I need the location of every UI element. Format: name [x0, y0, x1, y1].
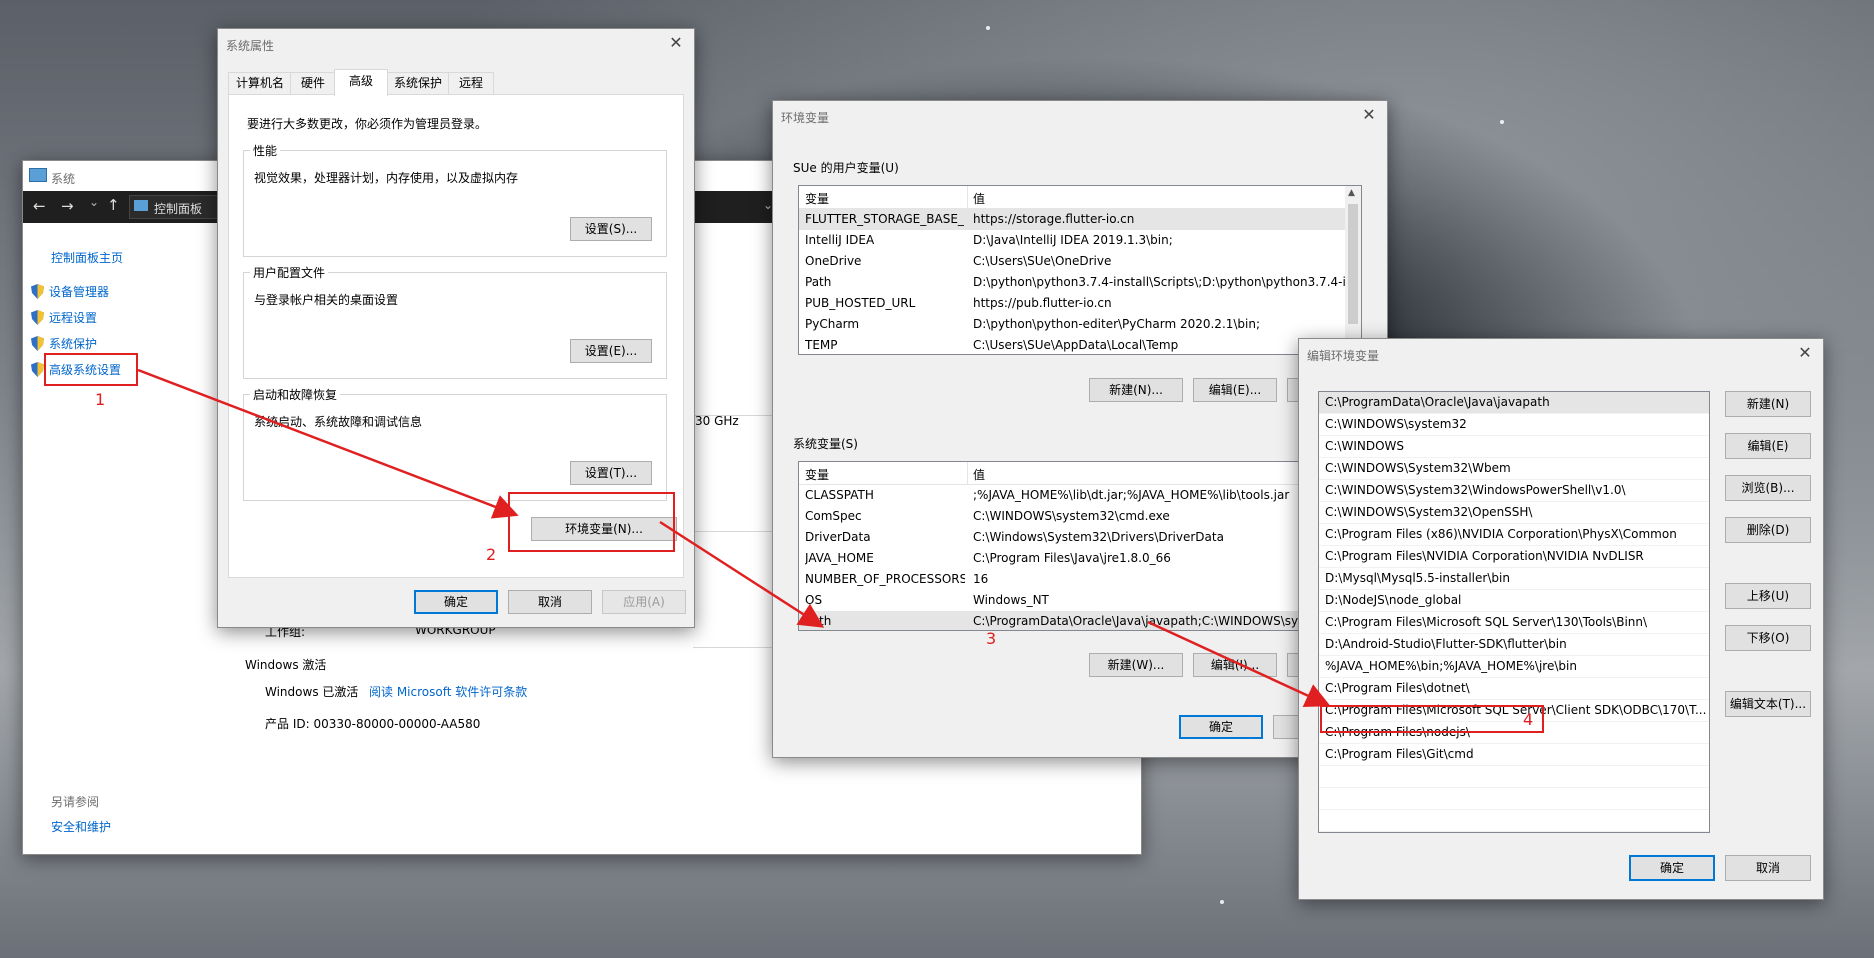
- tab-advanced[interactable]: 高级: [334, 69, 388, 96]
- annotation-arrows: [137, 368, 1331, 707]
- arrow-2-to-3: [659, 520, 825, 628]
- arrow-1-to-2: [137, 368, 519, 519]
- arrow-3-to-4: [1147, 620, 1331, 707]
